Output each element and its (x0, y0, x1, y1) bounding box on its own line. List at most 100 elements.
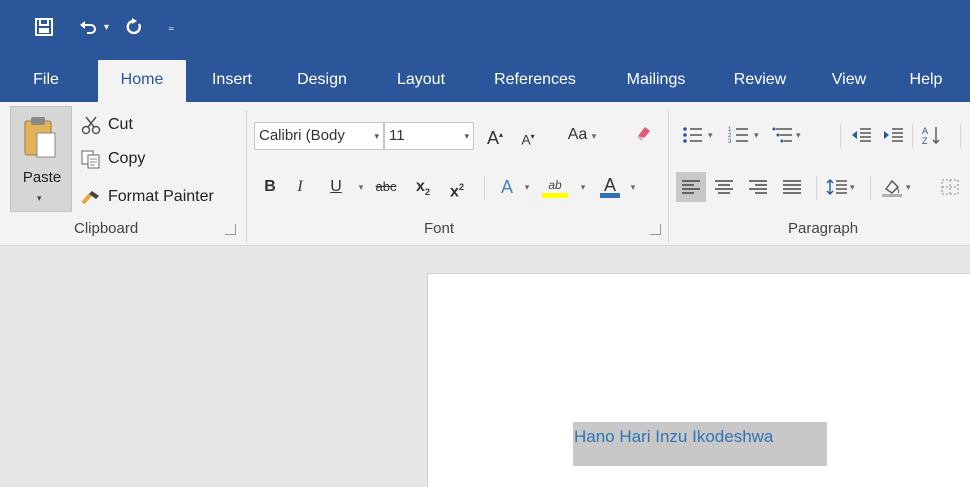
clipboard-launcher-icon[interactable] (225, 224, 236, 235)
undo-icon[interactable] (78, 14, 98, 40)
align-center-button[interactable] (714, 174, 734, 200)
tab-help[interactable]: Help (900, 60, 952, 102)
text-effects-dropdown-icon[interactable]: ▾ (522, 174, 532, 200)
scissors-icon (80, 115, 102, 135)
font-color-button[interactable]: A (598, 172, 622, 198)
numbering-button[interactable]: 123 ▾ (728, 122, 759, 148)
shading-button[interactable]: ▾ (880, 174, 911, 200)
tab-layout[interactable]: Layout (383, 60, 459, 102)
numbering-icon: 123 (728, 127, 748, 144)
underline-button[interactable]: U (328, 174, 344, 200)
subscript-label: x (416, 178, 425, 195)
cut-label: Cut (108, 116, 133, 133)
clipboard-icon (24, 117, 56, 158)
tab-mailings[interactable]: Mailings (610, 60, 702, 102)
line-spacing-button[interactable]: ▾ (826, 174, 855, 200)
svg-text:3: 3 (728, 139, 732, 144)
tab-design[interactable]: Design (282, 60, 362, 102)
copy-button[interactable]: Copy (80, 146, 145, 172)
font-color-label: A (603, 175, 616, 195)
superscript-label: x (450, 183, 459, 201)
paragraph-group-label: Paragraph (788, 220, 859, 237)
italic-button[interactable]: I (292, 174, 308, 200)
strikethrough-button[interactable]: abc (372, 174, 400, 200)
bullets-button[interactable]: ▾ (682, 122, 713, 148)
multilevel-list-icon (772, 127, 792, 143)
borders-button[interactable] (940, 174, 960, 200)
copy-label: Copy (108, 150, 146, 167)
clear-formatting-icon[interactable] (632, 122, 656, 148)
font-name-combo[interactable]: Calibri (Body ▾ (254, 122, 384, 150)
increase-indent-icon (884, 128, 903, 142)
paragraph-divider (912, 124, 913, 148)
tab-file[interactable]: File (20, 60, 72, 102)
decrease-indent-icon (852, 128, 871, 142)
tab-insert[interactable]: Insert (200, 60, 264, 102)
tab-review[interactable]: Review (722, 60, 798, 102)
font-size-dropdown-icon[interactable]: ▾ (464, 123, 469, 149)
paste-label: Paste (22, 169, 62, 186)
paste-button[interactable]: Paste ▾ (10, 106, 72, 212)
grow-font-label: A (486, 128, 499, 148)
cut-button[interactable]: Cut (80, 112, 133, 138)
shading-icon (882, 179, 902, 197)
line-spacing-icon (826, 179, 847, 195)
paragraph-divider (960, 124, 961, 148)
svg-text:Z: Z (922, 136, 928, 145)
format-painter-button[interactable]: Format Painter (80, 184, 214, 210)
borders-icon (941, 179, 959, 195)
change-case-button[interactable]: Aa ▾ (562, 122, 602, 148)
customize-qat-icon[interactable]: ₌ (168, 14, 174, 40)
format-painter-icon (80, 187, 102, 207)
save-icon[interactable] (34, 14, 54, 40)
change-case-label: Aa (567, 126, 588, 143)
shrink-font-button[interactable]: A▾ (520, 124, 536, 150)
ribbon-tabs: File Home Insert Design Layout Reference… (0, 60, 970, 102)
highlight-button[interactable]: ab (540, 172, 570, 198)
group-divider (246, 110, 247, 242)
font-size-value: 11 (389, 127, 405, 144)
align-right-button[interactable] (748, 174, 768, 200)
grow-font-button[interactable]: A▴ (486, 122, 504, 148)
font-name-dropdown-icon[interactable]: ▾ (374, 123, 379, 149)
align-left-button[interactable] (676, 172, 706, 202)
highlight-label: ab (548, 178, 562, 192)
paragraph-divider (816, 176, 817, 200)
tab-view[interactable]: View (818, 60, 880, 102)
highlight-color-bar (542, 193, 568, 198)
justify-icon (783, 180, 801, 194)
sort-icon: AZ (922, 126, 940, 145)
undo-dropdown-icon[interactable]: ▾ (104, 14, 109, 40)
tab-home[interactable]: Home (98, 60, 186, 102)
multilevel-list-button[interactable]: ▾ (772, 122, 801, 148)
sort-button[interactable]: AZ (922, 122, 944, 148)
tab-references[interactable]: References (482, 60, 588, 102)
bold-button[interactable]: B (262, 174, 278, 200)
subscript-mark: 2 (424, 187, 430, 198)
justify-button[interactable] (782, 174, 802, 200)
subscript-button[interactable]: x2 (412, 174, 434, 200)
paragraph-divider (870, 176, 871, 200)
svg-text:A: A (922, 126, 928, 136)
group-divider (668, 110, 669, 242)
highlight-dropdown-icon[interactable]: ▾ (578, 174, 588, 200)
bullets-icon (683, 127, 702, 143)
decrease-indent-button[interactable] (850, 122, 872, 148)
align-right-icon (749, 180, 767, 194)
font-launcher-icon[interactable] (650, 224, 661, 235)
ribbon: Paste ▾ Cut Copy Format Painter Clipboar… (0, 102, 970, 246)
increase-indent-button[interactable] (882, 122, 904, 148)
underline-dropdown-icon[interactable]: ▾ (356, 174, 366, 200)
copy-icon (80, 149, 102, 169)
text-effects-button[interactable]: A (496, 174, 518, 200)
redo-icon[interactable] (124, 14, 144, 40)
shrink-font-label: A (521, 131, 531, 148)
superscript-button[interactable]: x2 (446, 174, 468, 200)
format-painter-label: Format Painter (108, 188, 214, 205)
font-size-combo[interactable]: 11 ▾ (384, 122, 474, 150)
font-color-dropdown-icon[interactable]: ▾ (628, 174, 638, 200)
font-color-bar (600, 193, 620, 198)
paste-dropdown-icon[interactable]: ▾ (37, 193, 42, 204)
superscript-mark: 2 (458, 182, 464, 192)
selected-document-text[interactable]: Hano Hari Inzu Ikodeshwa (573, 422, 827, 466)
